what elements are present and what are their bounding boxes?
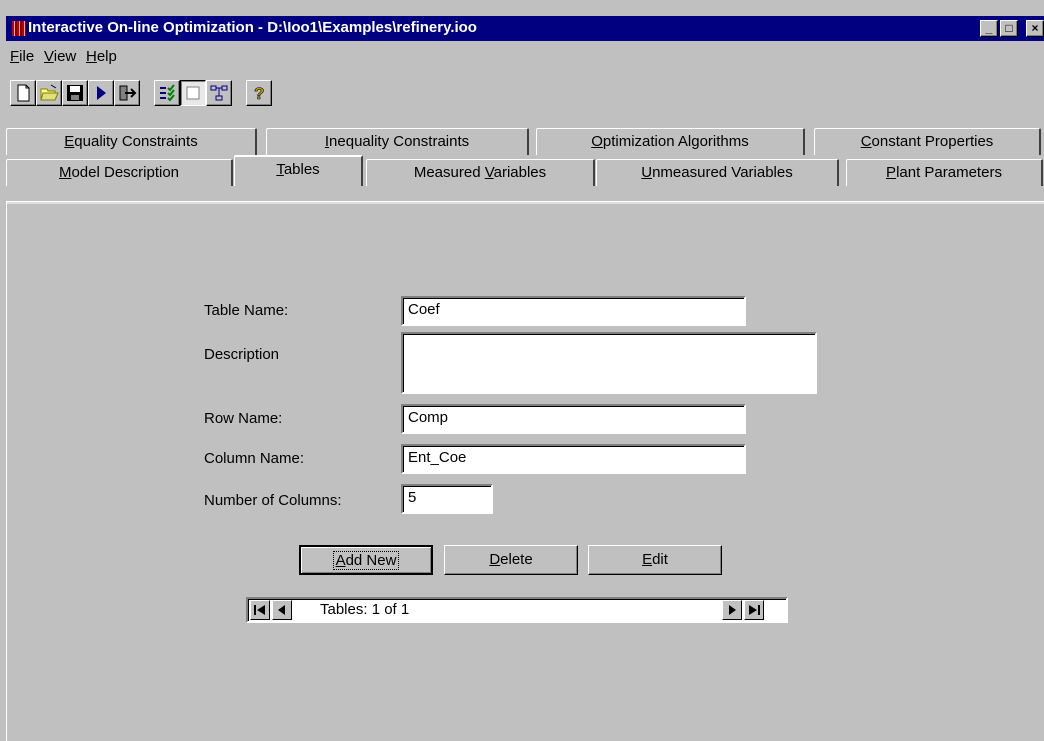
tab-plant-parameters[interactable]: Plant Parameters	[846, 159, 1043, 186]
checklist-button[interactable]	[154, 80, 180, 106]
tab-mnemonic: T	[276, 161, 284, 178]
maximize-button[interactable]: □	[1000, 20, 1018, 37]
column-name-input[interactable]: Ent_Coe	[401, 444, 746, 474]
tab-mnemonic: C	[860, 133, 872, 150]
record-navigator: Tables: 1 of 1	[246, 597, 788, 623]
edit-text: dit	[652, 551, 668, 568]
title-bar[interactable]: Interactive On-line Optimization - D:\Io…	[6, 16, 1044, 41]
delete-text: elete	[500, 551, 533, 568]
toolbar: ?	[6, 72, 1044, 106]
menu-help-mnemonic: H	[86, 48, 97, 65]
table-name-label: Table Name:	[204, 302, 289, 319]
checklist-icon	[160, 84, 175, 102]
blank-page-icon	[186, 86, 200, 100]
save-icon	[67, 85, 83, 101]
app-icon[interactable]	[12, 21, 26, 36]
open-button[interactable]	[36, 80, 62, 106]
help-icon: ?	[254, 84, 265, 103]
row-name-label: Row Name:	[204, 410, 283, 427]
edit-mnemonic: E	[642, 551, 653, 568]
menu-view-label: iew	[53, 48, 77, 65]
tab-label: odel Description	[71, 164, 180, 181]
add-new-text: dd New	[345, 552, 397, 569]
tab-model-description[interactable]: Model Description	[6, 159, 233, 186]
window-title: Interactive On-line Optimization - D:\Io…	[28, 19, 477, 36]
tab-label: ptimization Algorithms	[602, 133, 749, 150]
next-record-button[interactable]	[722, 600, 742, 620]
table-name-input[interactable]: Coef	[401, 296, 746, 326]
previous-record-icon	[278, 605, 285, 615]
new-file-button[interactable]	[10, 80, 36, 106]
first-record-button[interactable]	[250, 600, 270, 620]
description-input[interactable]	[401, 332, 817, 394]
open-folder-icon	[40, 84, 59, 101]
menu-file[interactable]: File	[10, 48, 34, 65]
diagram-icon	[210, 85, 228, 101]
delete-mnemonic: D	[489, 551, 501, 568]
save-button[interactable]	[62, 80, 88, 106]
number-of-columns-label: Number of Columns:	[204, 492, 342, 509]
tab-label: ables	[283, 161, 320, 178]
run-icon	[97, 86, 106, 100]
number-of-columns-input[interactable]: 5	[401, 484, 493, 514]
tab-optimization-algorithms[interactable]: Optimization Algorithms	[536, 128, 805, 155]
add-new-mnemonic: A	[335, 552, 346, 569]
tab-mnemonic: M	[58, 164, 72, 181]
add-new-button-label: Add New	[332, 551, 400, 570]
next-record-icon	[729, 605, 736, 615]
tab-label: nmeasured Variables	[652, 164, 793, 181]
tab-inequality-constraints[interactable]: Inequality Constraints	[266, 128, 529, 155]
record-position-text: Tables: 1 of 1	[320, 601, 410, 618]
last-record-icon	[749, 605, 760, 615]
tab-label: ariables	[493, 164, 547, 181]
first-record-icon	[254, 605, 265, 615]
delete-button[interactable]: Delete	[444, 545, 578, 575]
tab-constant-properties[interactable]: Constant Properties	[814, 128, 1041, 155]
tab-label: onstant Properties	[871, 133, 994, 150]
tab-mnemonic: O	[591, 133, 603, 150]
menu-help-label: elp	[96, 48, 117, 65]
menu-file-mnemonic: F	[10, 48, 20, 65]
column-name-label: Column Name:	[204, 450, 305, 467]
diagram-button[interactable]	[206, 80, 232, 106]
menu-view-mnemonic: V	[44, 48, 54, 65]
menu-help[interactable]: Help	[86, 48, 117, 65]
exit-icon	[119, 85, 137, 101]
tab-label: lant Parameters	[896, 164, 1002, 181]
menu-view[interactable]: View	[44, 48, 76, 65]
tab-mnemonic: V	[484, 164, 494, 181]
tab-tables[interactable]: Tables	[234, 155, 363, 186]
edit-button[interactable]: Edit	[588, 545, 722, 575]
row-name-input[interactable]: Comp	[401, 404, 746, 434]
tab-mnemonic: P	[886, 164, 897, 181]
tab-equality-constraints[interactable]: Equality Constraints	[6, 128, 257, 155]
tab-label: quality Constraints	[74, 133, 198, 150]
tab-mnemonic: U	[641, 164, 653, 181]
last-record-button[interactable]	[744, 600, 764, 620]
description-label: Description	[204, 346, 280, 363]
close-button[interactable]: ×	[1026, 20, 1044, 37]
exit-button[interactable]	[114, 80, 140, 106]
tab-strip: Equality Constraints Inequality Constrai…	[6, 128, 1044, 200]
tab-measured-variables[interactable]: Measured Variables	[366, 159, 595, 186]
help-button[interactable]: ?	[246, 80, 272, 106]
tab-unmeasured-variables[interactable]: Unmeasured Variables	[596, 159, 839, 186]
tab-mnemonic: E	[64, 133, 75, 150]
menu-bar: File View Help	[6, 42, 1044, 70]
app-window: Interactive On-line Optimization - D:\Io…	[0, 0, 1044, 741]
tab-label-prefix: Measured	[413, 164, 485, 181]
run-button[interactable]	[88, 80, 114, 106]
menu-file-label: ile	[19, 48, 35, 65]
minimize-button[interactable]: _	[980, 20, 998, 37]
new-file-icon	[17, 84, 30, 102]
add-new-button[interactable]: Add New	[299, 545, 433, 575]
svg-text:?: ?	[254, 84, 264, 103]
tables-view-button[interactable]	[180, 80, 206, 106]
tab-label: nequality Constraints	[329, 133, 470, 150]
previous-record-button[interactable]	[272, 600, 292, 620]
